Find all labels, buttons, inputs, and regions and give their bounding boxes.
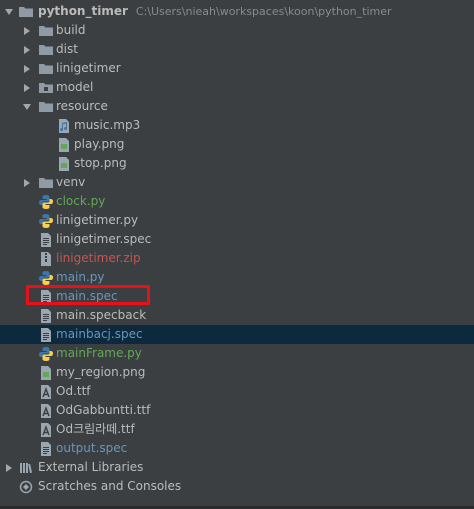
tree-item-label: linigetimer bbox=[56, 61, 121, 75]
package-folder-icon bbox=[38, 80, 54, 96]
image-file-icon bbox=[56, 156, 72, 172]
tree-item-label: Od.ttf bbox=[56, 384, 91, 398]
font-file-icon bbox=[38, 422, 54, 438]
tree-item[interactable]: main.spec bbox=[0, 287, 474, 306]
tree-item[interactable]: clock.py bbox=[0, 192, 474, 211]
tree-item[interactable]: venv bbox=[0, 173, 474, 192]
tree-item[interactable]: output.spec bbox=[0, 439, 474, 458]
tree-item-label: dist bbox=[56, 42, 78, 56]
chevron-right-icon[interactable] bbox=[22, 83, 32, 93]
text-file-icon bbox=[38, 327, 54, 343]
tree-item-label: output.spec bbox=[56, 441, 128, 455]
tree-item-label: clock.py bbox=[56, 194, 106, 208]
tree-item-label: Od크림라떼.ttf bbox=[56, 422, 135, 436]
audio-file-icon bbox=[56, 118, 72, 134]
library-icon bbox=[18, 460, 34, 476]
tree-item[interactable]: resource bbox=[0, 97, 474, 116]
tree-item-label: mainbacj.spec bbox=[56, 327, 143, 341]
scratches-label: Scratches and Consoles bbox=[38, 479, 182, 493]
tree-item[interactable]: dist bbox=[0, 40, 474, 59]
tree-item[interactable]: Od.ttf bbox=[0, 382, 474, 401]
tree-item[interactable]: music.mp3 bbox=[0, 116, 474, 135]
chevron-right-icon[interactable] bbox=[22, 64, 32, 74]
chevron-down-icon[interactable] bbox=[4, 7, 14, 17]
folder-icon bbox=[38, 23, 54, 39]
project-tree: python_timer C:\Users\nieah\workspaces\ko… bbox=[0, 2, 474, 496]
project-path: C:\Users\nieah\workspaces\koon\python_ti… bbox=[135, 5, 392, 18]
tree-item[interactable]: main.specback bbox=[0, 306, 474, 325]
chevron-right-icon[interactable] bbox=[4, 463, 14, 473]
python-file-icon bbox=[38, 213, 54, 229]
tree-item[interactable]: Od크림라떼.ttf bbox=[0, 420, 474, 439]
chevron-down-icon[interactable] bbox=[22, 102, 32, 112]
tree-item[interactable]: linigetimer bbox=[0, 59, 474, 78]
tree-item[interactable]: model bbox=[0, 78, 474, 97]
image-file-icon bbox=[56, 137, 72, 153]
python-file-icon bbox=[38, 270, 54, 286]
chevron-right-icon[interactable] bbox=[22, 26, 32, 36]
folder-icon bbox=[18, 4, 34, 20]
tree-item-label: linigetimer.py bbox=[56, 213, 139, 227]
tree-item-label: play.png bbox=[74, 137, 125, 151]
tree-item-label: mainFrame.py bbox=[56, 346, 142, 360]
tree-item-label: OdGabbuntti.ttf bbox=[56, 403, 151, 417]
chevron-right-icon[interactable] bbox=[22, 178, 32, 188]
tree-item[interactable]: linigetimer.py bbox=[0, 211, 474, 230]
tree-item[interactable]: OdGabbuntti.ttf bbox=[0, 401, 474, 420]
tree-item-label: linigetimer.zip bbox=[56, 251, 141, 265]
font-file-icon bbox=[38, 403, 54, 419]
tree-scratches-and-consoles[interactable]: Scratches and Consoles bbox=[0, 477, 474, 496]
project-label: python_timer C:\Users\nieah\workspaces\ko… bbox=[38, 2, 392, 21]
chevron-right-icon[interactable] bbox=[22, 45, 32, 55]
text-file-icon bbox=[38, 441, 54, 457]
tree-item-label: resource bbox=[56, 99, 108, 113]
tree-item-label: main.specback bbox=[56, 308, 147, 322]
tree-item[interactable]: build bbox=[0, 21, 474, 40]
tree-item[interactable]: my_region.png bbox=[0, 363, 474, 382]
archive-file-icon bbox=[38, 251, 54, 267]
tree-item[interactable]: stop.png bbox=[0, 154, 474, 173]
tree-item-label: my_region.png bbox=[56, 365, 146, 379]
tree-item[interactable]: mainbacj.spec bbox=[0, 325, 474, 344]
tree-item[interactable]: play.png bbox=[0, 135, 474, 154]
scratches-icon bbox=[18, 479, 34, 495]
tree-item[interactable]: main.py bbox=[0, 268, 474, 287]
text-file-icon bbox=[38, 289, 54, 305]
tree-item-label: venv bbox=[56, 175, 86, 189]
tree-item[interactable]: mainFrame.py bbox=[0, 344, 474, 363]
tree-item-label: music.mp3 bbox=[74, 118, 141, 132]
folder-icon bbox=[38, 175, 54, 191]
tree-item[interactable]: linigetimer.spec bbox=[0, 230, 474, 249]
external-libraries-label: External Libraries bbox=[38, 460, 144, 474]
tree-item-label: model bbox=[56, 80, 94, 94]
tree-item-label: stop.png bbox=[74, 156, 127, 170]
text-file-icon bbox=[38, 308, 54, 324]
folder-icon bbox=[38, 42, 54, 58]
font-file-icon bbox=[38, 384, 54, 400]
tree-item-label: main.py bbox=[56, 270, 105, 284]
tree-root-python-timer[interactable]: python_timer C:\Users\nieah\workspaces\ko… bbox=[0, 2, 474, 21]
tree-external-libraries[interactable]: External Libraries bbox=[0, 458, 474, 477]
folder-icon bbox=[38, 61, 54, 77]
text-file-icon bbox=[38, 232, 54, 248]
tree-item-label: build bbox=[56, 23, 86, 37]
tree-item-label: main.spec bbox=[56, 289, 118, 303]
python-file-icon bbox=[38, 346, 54, 362]
python-file-icon bbox=[38, 194, 54, 210]
folder-icon bbox=[38, 99, 54, 115]
image-file-icon bbox=[38, 365, 54, 381]
project-name: python_timer bbox=[38, 4, 128, 18]
tree-item[interactable]: linigetimer.zip bbox=[0, 249, 474, 268]
tree-item-label: linigetimer.spec bbox=[56, 232, 152, 246]
